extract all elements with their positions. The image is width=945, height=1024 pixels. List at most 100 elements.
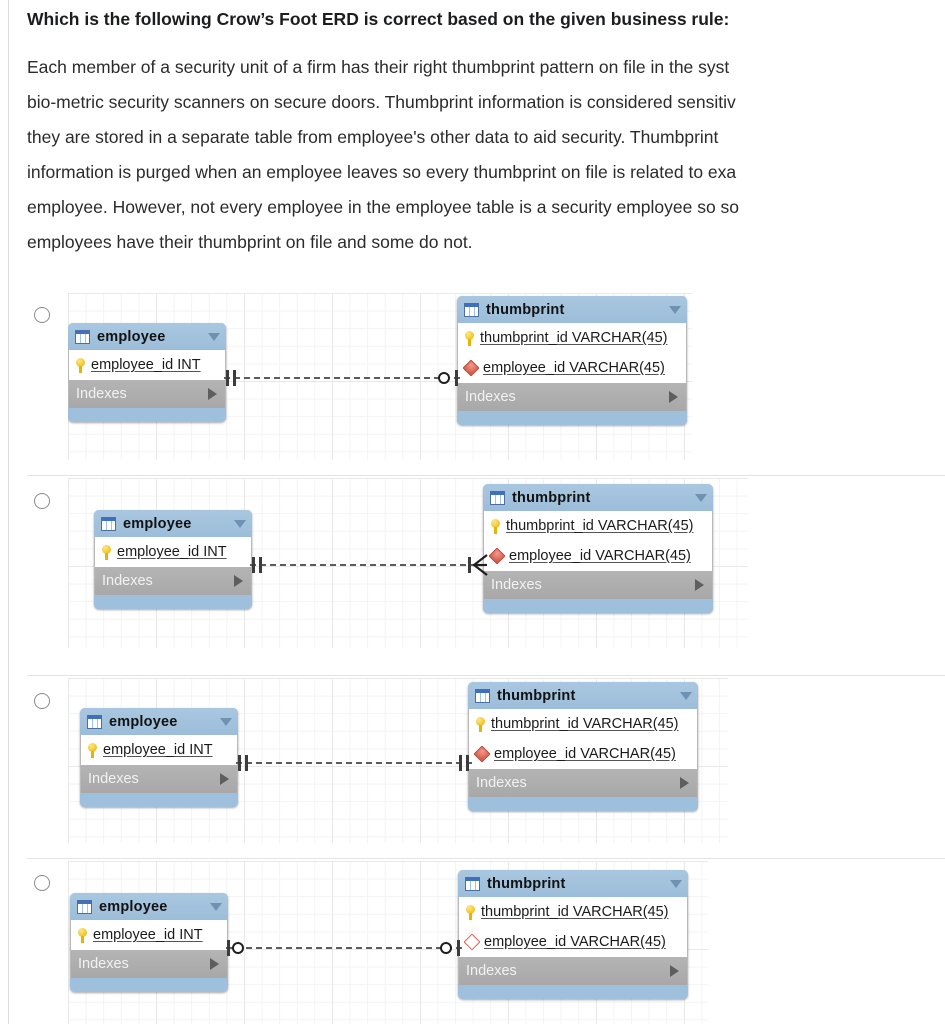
table-icon xyxy=(475,688,490,703)
chevron-right-icon[interactable] xyxy=(234,575,243,587)
field-row[interactable]: thumbprint_id VARCHAR(45) xyxy=(469,709,697,739)
table-indexes-row[interactable]: Indexes xyxy=(80,765,238,793)
question-body-line: they are stored in a separate table from… xyxy=(27,126,719,147)
cardinality-zero-or-one xyxy=(226,936,248,960)
field-label: thumbprint_id VARCHAR(45) xyxy=(481,904,669,920)
table-indexes-row[interactable]: Indexes xyxy=(457,383,687,411)
field-row[interactable]: thumbprint_id VARCHAR(45) xyxy=(458,323,686,353)
primary-key-icon xyxy=(76,357,85,373)
erd-table-thumbprint[interactable]: thumbprint thumbprint_id VARCHAR(45) emp… xyxy=(468,682,698,811)
table-indexes-row[interactable]: Indexes xyxy=(468,769,698,797)
table-footer xyxy=(68,408,226,422)
field-row[interactable]: thumbprint_id VARCHAR(45) xyxy=(459,897,687,927)
erd-table-employee[interactable]: employee employee_id INT Indexes xyxy=(94,510,252,609)
table-header-thumbprint[interactable]: thumbprint xyxy=(468,682,698,709)
question-title: Which is the following Crow’s Foot ERD i… xyxy=(27,9,730,29)
primary-key-icon xyxy=(102,544,111,560)
field-label: thumbprint_id VARCHAR(45) xyxy=(480,330,668,346)
connector-line xyxy=(250,564,486,566)
indexes-label: Indexes xyxy=(78,956,129,972)
radio-option-d[interactable] xyxy=(34,875,50,891)
field-row[interactable]: employee_id VARCHAR(45) xyxy=(459,927,687,957)
field-row[interactable]: employee_id VARCHAR(45) xyxy=(469,739,697,769)
table-header-employee[interactable]: employee xyxy=(80,708,238,735)
table-indexes-row[interactable]: Indexes xyxy=(458,957,688,985)
field-label: employee_id VARCHAR(45) xyxy=(484,934,666,950)
relationship-connector-a[interactable] xyxy=(224,366,460,390)
table-indexes-row[interactable]: Indexes xyxy=(68,380,226,408)
question-page: Which is the following Crow’s Foot ERD i… xyxy=(0,0,945,1024)
erd-table-thumbprint[interactable]: thumbprint thumbprint_id VARCHAR(45) emp… xyxy=(483,484,713,613)
chevron-down-icon[interactable] xyxy=(670,879,682,888)
erd-table-employee[interactable]: employee employee_id INT Indexes xyxy=(70,893,228,992)
question-body-line: Each member of a security unit of a firm… xyxy=(27,56,730,77)
chevron-right-icon[interactable] xyxy=(680,777,689,789)
field-label: thumbprint_id VARCHAR(45) xyxy=(506,518,694,534)
field-row[interactable]: employee_id VARCHAR(45) xyxy=(458,353,686,383)
field-row[interactable]: thumbprint_id VARCHAR(45) xyxy=(484,511,712,541)
erd-table-employee[interactable]: employee employee_id INT Indexes xyxy=(80,708,238,807)
radio-option-c[interactable] xyxy=(34,693,50,709)
table-icon xyxy=(77,899,92,914)
answer-option-d[interactable]: employee employee_id INT Indexes thumbpr… xyxy=(0,861,945,1024)
chevron-down-icon[interactable] xyxy=(220,717,232,726)
radio-option-b[interactable] xyxy=(34,493,50,509)
erd-table-thumbprint[interactable]: thumbprint thumbprint_id VARCHAR(45) emp… xyxy=(457,296,687,425)
field-label: employee_id INT xyxy=(117,544,227,560)
relationship-connector-d[interactable] xyxy=(226,936,462,960)
field-row[interactable]: employee_id INT xyxy=(71,920,227,950)
question-body-line: information is purged when an employee l… xyxy=(27,161,737,182)
chevron-right-icon[interactable] xyxy=(220,773,229,785)
question-body-line: bio-metric security scanners on secure d… xyxy=(27,91,736,112)
field-row[interactable]: employee_id INT xyxy=(95,537,251,567)
foreign-key-icon xyxy=(473,745,491,763)
table-header-employee[interactable]: employee xyxy=(94,510,252,537)
erd-table-thumbprint[interactable]: thumbprint thumbprint_id VARCHAR(45) emp… xyxy=(458,870,688,999)
chevron-down-icon[interactable] xyxy=(208,332,220,341)
chevron-down-icon[interactable] xyxy=(669,305,681,314)
erd-canvas-b: employee employee_id INT Indexes thumbpr… xyxy=(68,478,748,648)
relationship-connector-c[interactable] xyxy=(236,751,472,775)
table-indexes-row[interactable]: Indexes xyxy=(70,950,228,978)
question-body: Each member of a security unit of a firm… xyxy=(27,32,945,260)
table-header-employee[interactable]: employee xyxy=(70,893,228,920)
chevron-right-icon[interactable] xyxy=(208,388,217,400)
field-row[interactable]: employee_id VARCHAR(45) xyxy=(484,541,712,571)
table-header-thumbprint[interactable]: thumbprint xyxy=(457,296,687,323)
chevron-down-icon[interactable] xyxy=(695,493,707,502)
relationship-connector-b[interactable] xyxy=(250,553,488,577)
table-name-label: thumbprint xyxy=(512,489,591,506)
erd-table-employee[interactable]: employee employee_id INT Indexes xyxy=(68,323,226,422)
table-header-employee[interactable]: employee xyxy=(68,323,226,350)
table-indexes-row[interactable]: Indexes xyxy=(483,571,713,599)
table-name-label: thumbprint xyxy=(486,301,565,318)
erd-canvas-a: employee employee_id INT Indexes thumbpr… xyxy=(68,293,692,460)
table-name-label: thumbprint xyxy=(487,875,566,892)
chevron-down-icon[interactable] xyxy=(234,519,246,528)
cardinality-zero-or-one xyxy=(440,936,462,960)
indexes-label: Indexes xyxy=(491,577,542,593)
chevron-down-icon[interactable] xyxy=(680,691,692,700)
table-header-thumbprint[interactable]: thumbprint xyxy=(458,870,688,897)
chevron-down-icon[interactable] xyxy=(210,902,222,911)
table-icon xyxy=(87,714,102,729)
field-label: employee_id INT xyxy=(91,357,201,373)
primary-key-icon xyxy=(88,742,97,758)
answer-option-b[interactable]: employee employee_id INT Indexes thumbpr… xyxy=(0,478,945,668)
field-label: employee_id INT xyxy=(93,927,203,943)
chevron-right-icon[interactable] xyxy=(670,965,679,977)
radio-option-a[interactable] xyxy=(34,307,50,323)
table-footer xyxy=(458,985,688,999)
table-indexes-row[interactable]: Indexes xyxy=(94,567,252,595)
field-row[interactable]: employee_id INT xyxy=(81,735,237,765)
field-row[interactable]: employee_id INT xyxy=(69,350,225,380)
table-header-thumbprint[interactable]: thumbprint xyxy=(483,484,713,511)
answer-option-a[interactable]: employee employee_id INT Indexes thumbpr… xyxy=(0,285,945,475)
chevron-right-icon[interactable] xyxy=(210,958,219,970)
indexes-label: Indexes xyxy=(102,573,153,589)
chevron-right-icon[interactable] xyxy=(669,391,678,403)
option-divider xyxy=(27,475,945,476)
answer-option-c[interactable]: employee employee_id INT Indexes thumbpr… xyxy=(0,678,945,858)
chevron-right-icon[interactable] xyxy=(695,579,704,591)
erd-canvas-d: employee employee_id INT Indexes thumbpr… xyxy=(68,861,708,1024)
